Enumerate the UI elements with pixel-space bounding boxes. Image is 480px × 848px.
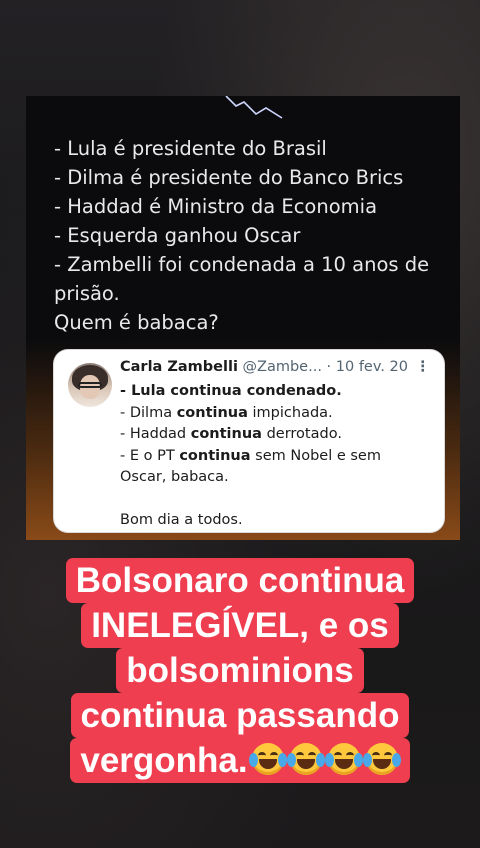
tweet-author-name[interactable]: Carla Zambelli <box>120 359 238 375</box>
caption-line-last: vergonha. <box>70 738 410 783</box>
post-line: Quem é babaca? <box>54 311 219 334</box>
post-line: - Zambelli foi condenada a 10 anos de <box>54 253 430 276</box>
face-with-tears-of-joy-icon <box>248 741 287 777</box>
post-text: - Lula é presidente do Brasil - Dilma é … <box>54 134 454 337</box>
caption-line: Bolsonaro continua <box>65 558 415 603</box>
caption-line: bolsominions <box>116 648 364 693</box>
tweet-body: - Lula continua condenado. - Dilma conti… <box>120 381 420 531</box>
caption-line: INELEGÍVEL, e os <box>81 603 399 648</box>
face-with-tears-of-joy-icon <box>324 741 363 777</box>
post-line: - Esquerda ganhou Oscar <box>54 224 301 247</box>
tweet-line: - Lula continua condenado. <box>120 383 342 399</box>
tweet-header: Carla Zambelli @Zambe... · 10 fev. 20 ⋮ <box>120 359 434 379</box>
caption-overlay: Bolsonaro continua INELEGÍVEL, e os bols… <box>0 558 480 783</box>
more-options-icon[interactable]: ⋮ <box>416 359 431 375</box>
quoted-tweet-card[interactable]: Carla Zambelli @Zambe... · 10 fev. 20 ⋮ … <box>54 350 444 532</box>
post-line: prisão. <box>54 282 120 305</box>
tweet-line: - Dilma continua impichada. <box>120 404 333 421</box>
tweet-author-handle[interactable]: @Zambe... <box>243 359 322 375</box>
post-line: - Haddad é Ministro da Economia <box>54 195 378 218</box>
tweet-date: · 10 fev. 20 <box>326 359 408 375</box>
tweet-line: - E o PT continua sem Nobel e sem <box>120 447 381 464</box>
face-with-tears-of-joy-icon <box>362 741 401 777</box>
tweet-line: - Haddad continua derrotado. <box>120 426 342 442</box>
avatar[interactable] <box>68 363 112 407</box>
post-line: - Lula é presidente do Brasil <box>54 137 327 160</box>
post-line: - Dilma é presidente do Banco Brics <box>54 166 404 189</box>
tweet-line: Bom dia a todos. <box>120 511 243 528</box>
face-with-tears-of-joy-icon <box>286 741 325 777</box>
screenshot-post: - Lula é presidente do Brasil - Dilma é … <box>26 96 460 540</box>
tweet-line: Oscar, babaca. <box>120 469 229 485</box>
lightning-icon <box>225 96 283 119</box>
caption-line: continua passando <box>70 693 410 738</box>
